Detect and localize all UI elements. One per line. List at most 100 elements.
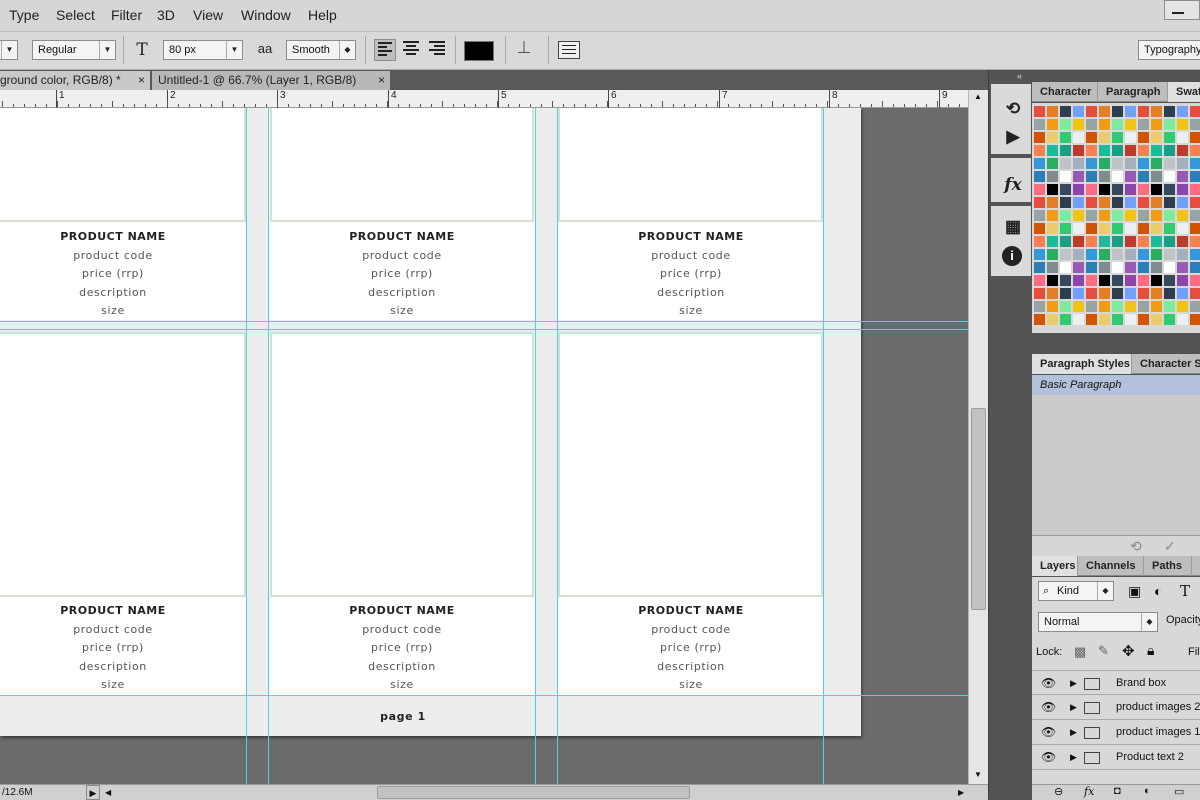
- color-swatch[interactable]: [1047, 184, 1058, 195]
- color-swatch[interactable]: [1112, 145, 1123, 156]
- layer-row[interactable]: 👁︎ ▶ product images 2: [1032, 695, 1200, 720]
- color-swatch[interactable]: [1164, 119, 1175, 130]
- color-swatch[interactable]: [1073, 249, 1084, 260]
- commit-check-icon[interactable]: ✓: [1164, 538, 1176, 555]
- color-swatch[interactable]: [1034, 262, 1045, 273]
- color-swatch[interactable]: [1190, 171, 1200, 182]
- color-swatch[interactable]: [1190, 262, 1200, 273]
- color-swatch[interactable]: [1177, 210, 1188, 221]
- color-swatch[interactable]: [1177, 197, 1188, 208]
- color-swatch[interactable]: [1086, 132, 1097, 143]
- color-swatch[interactable]: [1125, 301, 1136, 312]
- color-swatch[interactable]: [1164, 314, 1175, 325]
- color-swatch[interactable]: [1060, 132, 1071, 143]
- color-swatch[interactable]: [1099, 314, 1110, 325]
- color-swatch[interactable]: [1034, 249, 1045, 260]
- color-swatch[interactable]: [1073, 236, 1084, 247]
- close-icon[interactable]: ×: [138, 71, 145, 90]
- color-swatch[interactable]: [1047, 262, 1058, 273]
- color-swatch[interactable]: [1138, 106, 1149, 117]
- color-swatch[interactable]: [1034, 171, 1045, 182]
- color-swatch[interactable]: [1177, 288, 1188, 299]
- color-swatch[interactable]: [1073, 184, 1084, 195]
- color-swatch[interactable]: [1138, 249, 1149, 260]
- text-color-swatch[interactable]: [464, 41, 494, 61]
- color-swatch[interactable]: [1112, 184, 1123, 195]
- color-swatch[interactable]: [1060, 119, 1071, 130]
- font-size-field[interactable]: 80 px ▼: [163, 40, 243, 60]
- color-swatch[interactable]: [1151, 275, 1162, 286]
- color-swatch[interactable]: [1151, 158, 1162, 169]
- color-swatch[interactable]: [1112, 223, 1123, 234]
- color-swatch[interactable]: [1190, 119, 1200, 130]
- color-swatch[interactable]: [1164, 197, 1175, 208]
- color-swatch[interactable]: [1138, 158, 1149, 169]
- link-layers-icon[interactable]: ⊖: [1054, 785, 1063, 798]
- color-swatch[interactable]: [1164, 184, 1175, 195]
- guide-vertical[interactable]: [557, 108, 558, 784]
- color-swatch[interactable]: [1099, 236, 1110, 247]
- color-swatch[interactable]: [1151, 184, 1162, 195]
- horizontal-ruler[interactable]: 1 2 3 4 5 6 7 8 9: [0, 90, 968, 108]
- color-swatch[interactable]: [1099, 249, 1110, 260]
- color-swatch[interactable]: [1099, 210, 1110, 221]
- color-swatch[interactable]: [1151, 301, 1162, 312]
- color-swatch[interactable]: [1086, 275, 1097, 286]
- color-swatch[interactable]: [1177, 171, 1188, 182]
- color-swatch[interactable]: [1099, 262, 1110, 273]
- color-swatch[interactable]: [1190, 288, 1200, 299]
- tab-channels[interactable]: Channels: [1078, 556, 1144, 576]
- color-swatch[interactable]: [1112, 197, 1123, 208]
- color-swatch[interactable]: [1060, 249, 1071, 260]
- color-swatch[interactable]: [1086, 262, 1097, 273]
- color-swatch[interactable]: [1073, 314, 1084, 325]
- color-swatch[interactable]: [1073, 223, 1084, 234]
- color-swatch[interactable]: [1073, 288, 1084, 299]
- color-swatch[interactable]: [1099, 119, 1110, 130]
- scroll-left-icon[interactable]: ◀: [105, 785, 111, 800]
- color-swatch[interactable]: [1112, 132, 1123, 143]
- tab-paths[interactable]: Paths: [1144, 556, 1192, 576]
- color-swatch[interactable]: [1099, 197, 1110, 208]
- color-swatch[interactable]: [1190, 314, 1200, 325]
- color-swatch[interactable]: [1099, 132, 1110, 143]
- color-swatch[interactable]: [1125, 197, 1136, 208]
- color-swatch[interactable]: [1047, 249, 1058, 260]
- tab-character[interactable]: Character: [1032, 82, 1098, 102]
- vertical-scroll-thumb[interactable]: [971, 408, 986, 610]
- color-swatch[interactable]: [1099, 275, 1110, 286]
- style-basic-paragraph[interactable]: Basic Paragraph: [1032, 375, 1200, 395]
- blend-mode-dropdown[interactable]: Normal ◆: [1038, 612, 1158, 632]
- antialias-dropdown[interactable]: Smooth ◆: [286, 40, 356, 60]
- layer-row[interactable]: 👁︎ ▶ Brand box: [1032, 670, 1200, 695]
- menu-window[interactable]: Window: [241, 7, 291, 23]
- color-swatch[interactable]: [1164, 106, 1175, 117]
- character-panel-toggle-icon[interactable]: [558, 41, 580, 59]
- color-swatch[interactable]: [1034, 288, 1045, 299]
- color-swatch[interactable]: [1125, 210, 1136, 221]
- actions-play-icon[interactable]: ▶: [997, 124, 1029, 150]
- lock-position-icon[interactable]: ✥: [1122, 642, 1135, 660]
- color-swatch[interactable]: [1034, 184, 1045, 195]
- color-swatch[interactable]: [1112, 171, 1123, 182]
- visibility-eye-icon[interactable]: 👁︎: [1041, 695, 1056, 720]
- layer-kind-filter[interactable]: ⌕ Kind ◆: [1038, 581, 1114, 601]
- color-swatch[interactable]: [1125, 145, 1136, 156]
- color-swatch[interactable]: [1086, 249, 1097, 260]
- color-swatch[interactable]: [1125, 158, 1136, 169]
- color-swatch[interactable]: [1190, 132, 1200, 143]
- color-swatch[interactable]: [1060, 106, 1071, 117]
- visibility-eye-icon[interactable]: 👁︎: [1041, 720, 1056, 745]
- guide-horizontal[interactable]: [0, 695, 968, 696]
- color-swatch[interactable]: [1138, 314, 1149, 325]
- color-swatch[interactable]: [1060, 262, 1071, 273]
- menu-3d[interactable]: 3D: [157, 7, 175, 23]
- add-style-icon[interactable]: fx: [1084, 785, 1094, 798]
- align-left-button[interactable]: [374, 39, 396, 61]
- color-swatch[interactable]: [1060, 158, 1071, 169]
- color-swatch[interactable]: [1073, 262, 1084, 273]
- color-swatch[interactable]: [1073, 171, 1084, 182]
- visibility-eye-icon[interactable]: 👁︎: [1041, 671, 1056, 696]
- status-menu-arrow[interactable]: ▶: [86, 785, 100, 800]
- color-swatch[interactable]: [1047, 171, 1058, 182]
